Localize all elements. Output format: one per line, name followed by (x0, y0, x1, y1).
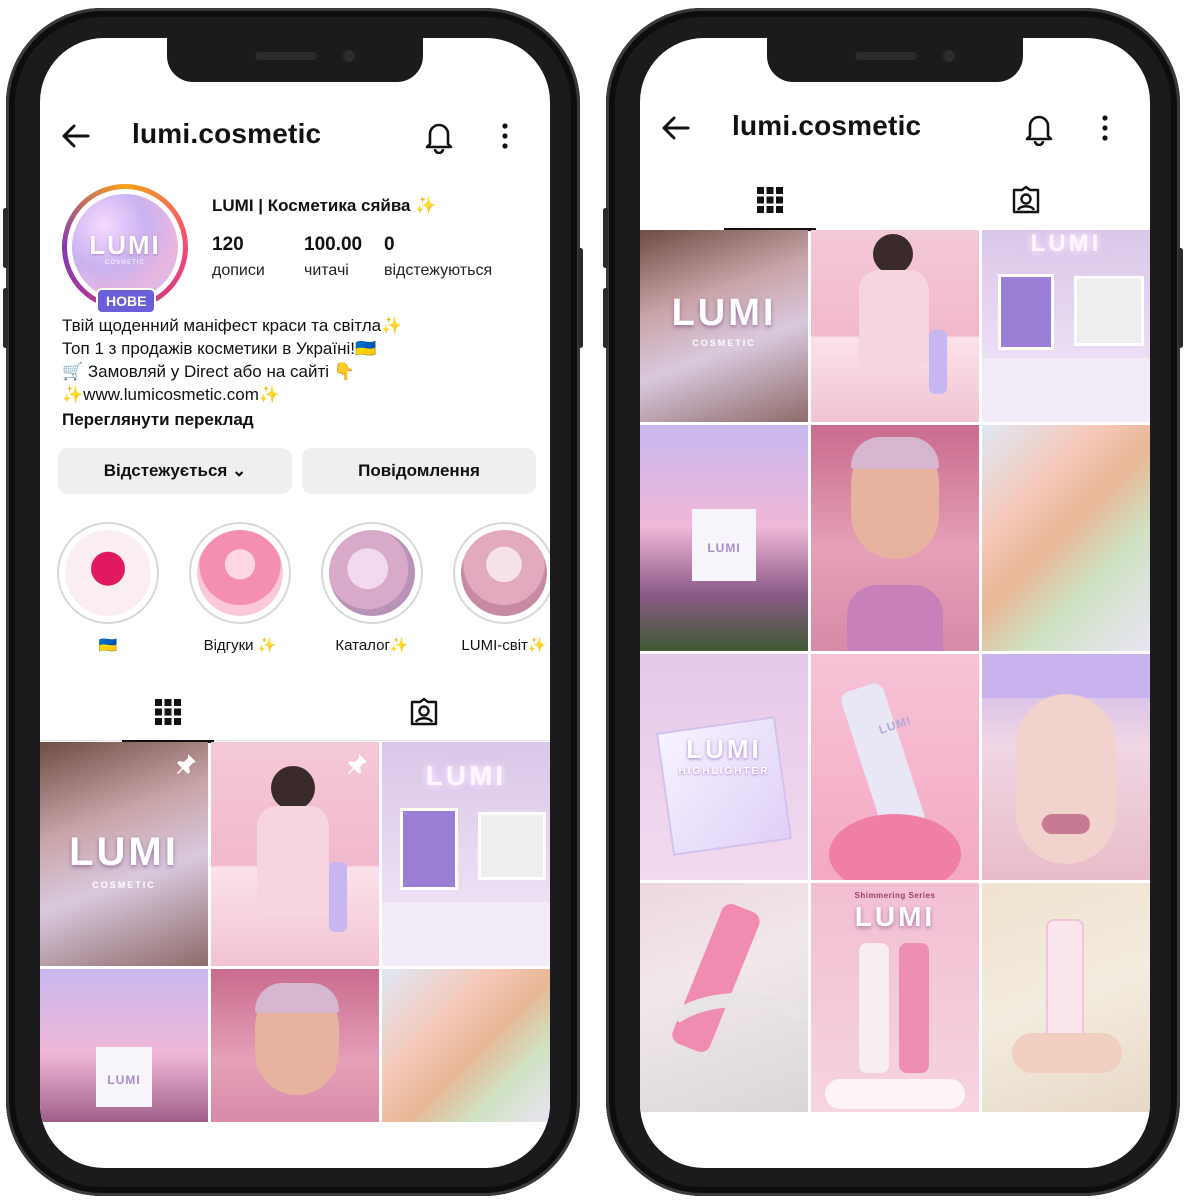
stat-label: читачі (304, 262, 349, 279)
posts-grid: LUMI COSMETIC LUMI LUMI (640, 230, 1150, 1112)
notch (167, 38, 423, 82)
highlight-caption: 🇺🇦 (98, 637, 118, 654)
more-icon[interactable] (1098, 112, 1112, 144)
bio-link[interactable]: ✨www.lumicosmetic.com✨ (62, 383, 542, 406)
grid-post[interactable] (640, 883, 808, 1112)
grid-post[interactable]: LUMI HIGHLIGHTER (640, 654, 808, 880)
profile-tabs (40, 684, 550, 743)
grid-post[interactable]: Shimmering Series LUMI (811, 883, 979, 1112)
grid-post[interactable] (382, 969, 550, 1122)
grid-post[interactable] (982, 425, 1150, 651)
grid-neon: LUMI (1030, 230, 1102, 257)
grid-post[interactable] (211, 969, 379, 1122)
screen-left: lumi.cosmetic LUMI COSMETIC НОВЕ LUMI | … (40, 38, 550, 1168)
highlight-ukraine[interactable]: 🇺🇦 (56, 522, 160, 654)
screen-right: lumi.cosmetic LUMI COSMETIC LUMI LUMI LU… (640, 38, 1150, 1168)
top-bar: lumi.cosmetic (40, 108, 550, 164)
highlight-caption: Каталог✨ (335, 637, 409, 654)
username-title: lumi.cosmetic (132, 118, 322, 149)
tab-tagged[interactable] (378, 684, 470, 740)
pin-icon (177, 754, 196, 774)
grid-logo: LUMI (671, 292, 777, 334)
bell-icon[interactable] (422, 118, 456, 154)
phone-left: lumi.cosmetic LUMI COSMETIC НОВЕ LUMI | … (3, 8, 583, 1196)
highlight-reviews[interactable]: Відгуки ✨ (188, 522, 292, 654)
grid-post[interactable] (811, 230, 979, 422)
grid-post[interactable]: LUMI (640, 425, 808, 651)
tab-tagged[interactable] (980, 172, 1072, 228)
bio-line: Твій щоденний маніфест краси та світла✨ (62, 316, 403, 335)
back-arrow-icon[interactable] (58, 118, 94, 154)
following-button[interactable]: Відстежується ⌄ (58, 448, 292, 494)
grid-post[interactable]: LUMI (811, 654, 979, 880)
grid-logo-sub: COSMETIC (692, 338, 756, 348)
grid-icon (757, 187, 783, 213)
grid-neon: LUMI (425, 760, 507, 791)
bio: Твій щоденний маніфест краси та світла✨ … (62, 314, 542, 431)
back-arrow-icon[interactable] (658, 110, 694, 146)
volume-button (603, 208, 608, 268)
box-brand: LUMI (686, 734, 762, 764)
top-bar: lumi.cosmetic (640, 100, 1150, 156)
profile-tabs (640, 172, 1150, 231)
bio-line: Топ 1 з продажів косметики в Україні!🇺🇦 (62, 339, 377, 358)
avatar-logo: LUMI (89, 230, 161, 260)
message-button[interactable]: Повідомлення (302, 448, 536, 494)
phone-right: lumi.cosmetic LUMI COSMETIC LUMI LUMI LU… (603, 8, 1183, 1196)
tagged-icon (1012, 185, 1040, 214)
grid-logo: LUMI (69, 830, 179, 874)
power-button (578, 248, 583, 348)
grid-post[interactable] (811, 425, 979, 651)
highlight-caption: Відгуки ✨ (203, 637, 277, 654)
stat-label: відстежуються (384, 262, 493, 279)
notch (767, 38, 1023, 82)
highlight-caption: LUMI-світ✨ (461, 637, 547, 654)
grid-bag-text: LUMI (707, 541, 741, 555)
grid-post[interactable]: LUMI (982, 230, 1150, 422)
stat-value: 100.00 (304, 234, 363, 255)
pin-icon (348, 754, 367, 774)
box-product: HIGHLIGHTER (678, 766, 770, 777)
grid-post[interactable] (982, 654, 1150, 880)
username-title: lumi.cosmetic (732, 110, 922, 141)
grid-post[interactable]: LUMI COSMETIC (40, 742, 208, 966)
profile-stats: 120 дописи 100.00 читачі 0 відстежуються (212, 234, 542, 284)
bio-line: 🛒 Замовляй у Direct або на сайті 👇 (62, 362, 355, 381)
highlight-catalog[interactable]: Каталог✨ (320, 522, 424, 654)
highlight-lumi-world[interactable]: LUMI-світ✨ (452, 522, 550, 654)
tab-posts[interactable] (724, 172, 816, 231)
grid-post[interactable]: LUMI (40, 969, 208, 1122)
grid-post[interactable]: LUMI (382, 742, 550, 966)
profile-name: LUMI | Косметика сяйва ✨ (212, 196, 437, 215)
new-badge: НОВЕ (96, 288, 157, 314)
stat-value: 120 (212, 234, 244, 255)
grid-bag-text: LUMI (107, 1073, 141, 1087)
bell-icon[interactable] (1022, 110, 1056, 146)
stat-posts[interactable]: 120 дописи (212, 234, 265, 280)
poster-brand: LUMI (854, 901, 936, 932)
stat-label: дописи (212, 262, 265, 279)
stat-following[interactable]: 0 відстежуються (384, 234, 492, 280)
tab-posts[interactable] (122, 684, 214, 743)
avatar-logo-sub: COSMETIC (105, 260, 145, 266)
stat-followers[interactable]: 100.00 читачі (304, 234, 362, 280)
grid-post[interactable] (211, 742, 379, 966)
volume-button (3, 208, 8, 268)
grid-post[interactable] (982, 883, 1150, 1112)
more-icon[interactable] (498, 120, 512, 152)
poster-title: Shimmering Series (854, 891, 936, 900)
volume-button (603, 288, 608, 348)
grid-logo-sub: COSMETIC (92, 880, 156, 890)
stat-value: 0 (384, 234, 395, 255)
posts-grid: LUMI COSMETIC LUMI LUMI (40, 742, 550, 1122)
grid-icon (155, 699, 181, 725)
power-button (1178, 248, 1183, 348)
tagged-icon (410, 697, 438, 726)
volume-button (3, 288, 8, 348)
grid-post[interactable]: LUMI COSMETIC (640, 230, 808, 422)
translate-link[interactable]: Переглянути переклад (62, 408, 542, 431)
